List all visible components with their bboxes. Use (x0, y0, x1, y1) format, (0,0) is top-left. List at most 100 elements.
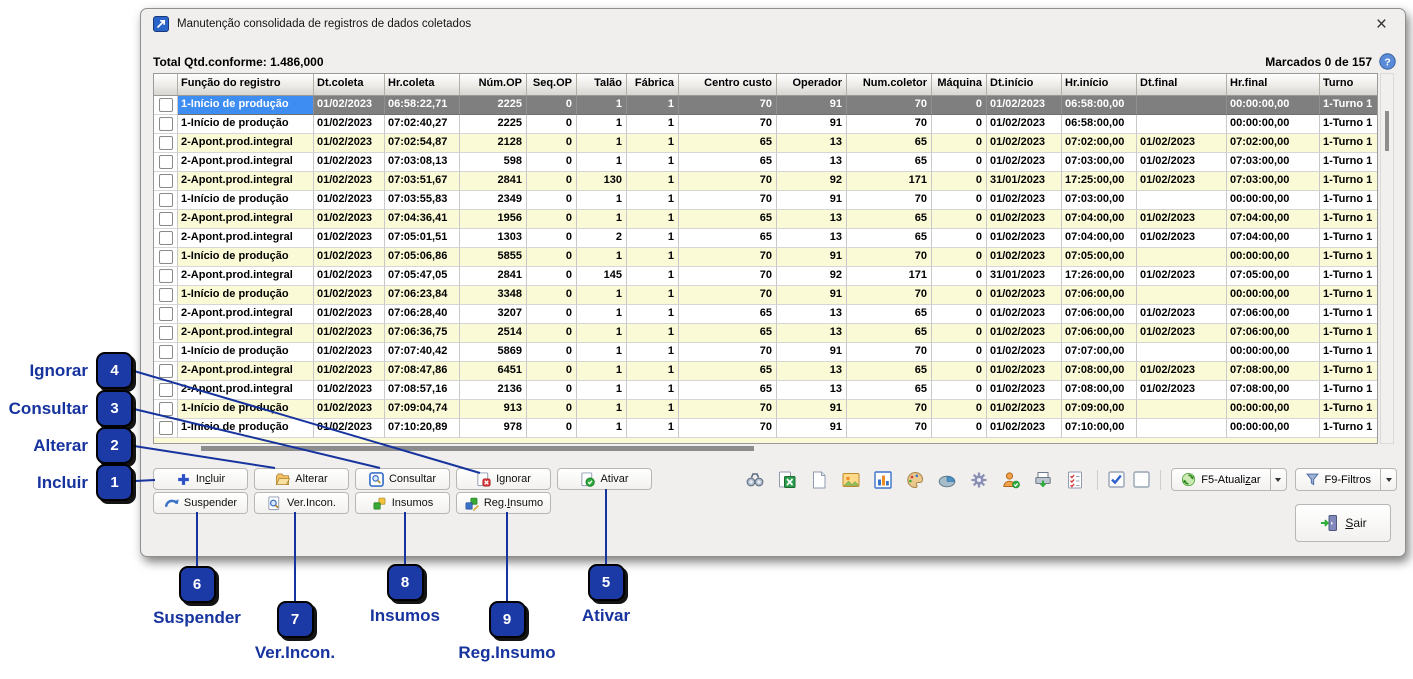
cell-dt-final[interactable] (1137, 419, 1227, 438)
cell-operador[interactable]: 13 (777, 362, 847, 381)
cell-centro-custo[interactable]: 65 (679, 153, 777, 172)
row-checkbox[interactable] (159, 98, 173, 112)
cell-f-brica[interactable]: 1 (627, 115, 679, 134)
ativar-button[interactable]: Ativar (557, 468, 652, 490)
table-row[interactable]: 2-Apont.prod.integral01/02/202307:06:36,… (154, 324, 1377, 343)
cell-n-m-op[interactable]: 2514 (460, 324, 527, 343)
cell-f-brica[interactable]: 1 (627, 248, 679, 267)
cell-dt-coleta[interactable]: 01/02/2023 (314, 267, 385, 286)
cell-n-m-op[interactable]: 598 (460, 153, 527, 172)
cell-hr-final[interactable]: 00:00:00,00 (1227, 191, 1320, 210)
row-checkbox[interactable] (159, 421, 173, 435)
column-header-f-brica[interactable]: Fábrica (627, 74, 679, 95)
cell-operador[interactable]: 13 (777, 324, 847, 343)
cell-f-brica[interactable]: 1 (627, 324, 679, 343)
cell-m-quina[interactable]: 0 (932, 419, 987, 438)
cell-f-brica[interactable]: 1 (627, 362, 679, 381)
cell-hr-final[interactable]: 07:03:00,00 (1227, 172, 1320, 191)
cell-f-brica[interactable]: 1 (627, 153, 679, 172)
column-header-seq-op[interactable]: Seq.OP (527, 74, 577, 95)
cell-num-coletor[interactable]: 70 (847, 419, 932, 438)
column-header-select[interactable] (154, 74, 178, 95)
cell-turno[interactable]: 1-Turno 1 (1320, 286, 1378, 305)
user-check-toolbar-button[interactable] (999, 469, 1023, 491)
cell-num-coletor[interactable]: 70 (847, 343, 932, 362)
cell-n-m-op[interactable]: 2136 (460, 381, 527, 400)
cell-dt-in-cio[interactable]: 01/02/2023 (987, 96, 1062, 115)
cell-operador[interactable]: 91 (777, 400, 847, 419)
cell-dt-final[interactable]: 01/02/2023 (1137, 381, 1227, 400)
cell-hr-in-cio[interactable]: 17:25:00,00 (1062, 172, 1137, 191)
cell-fun-o-do-registro[interactable]: 2-Apont.prod.integral (178, 210, 314, 229)
cell-hr-final[interactable]: 00:00:00,00 (1227, 96, 1320, 115)
cell-m-quina[interactable]: 0 (932, 96, 987, 115)
cell-hr-final[interactable]: 07:05:00,00 (1227, 267, 1320, 286)
cell-hr-final[interactable]: 07:03:00,00 (1227, 153, 1320, 172)
cell-m-quina[interactable]: 0 (932, 229, 987, 248)
printer-export-toolbar-button[interactable] (1031, 469, 1055, 491)
cell-hr-coleta[interactable]: 07:03:55,83 (385, 191, 460, 210)
cell-m-quina[interactable]: 0 (932, 134, 987, 153)
row-checkbox[interactable] (159, 117, 173, 131)
cell-tal-o[interactable]: 1 (577, 115, 627, 134)
cell-operador[interactable]: 13 (777, 153, 847, 172)
cell-hr-coleta[interactable]: 07:10:20,89 (385, 419, 460, 438)
cell-hr-in-cio[interactable]: 07:05:00,00 (1062, 248, 1137, 267)
table-row[interactable]: 2-Apont.prod.integral01/02/202307:02:54,… (154, 134, 1377, 153)
cell-hr-coleta[interactable]: 07:03:51,67 (385, 172, 460, 191)
cell-dt-in-cio[interactable]: 01/02/2023 (987, 210, 1062, 229)
cell-fun-o-do-registro[interactable]: 1-Início de produção (178, 286, 314, 305)
gear-toolbar-button[interactable] (967, 469, 991, 491)
cell-hr-in-cio[interactable]: 07:06:00,00 (1062, 324, 1137, 343)
cell-n-m-op[interactable]: 5855 (460, 248, 527, 267)
cell-seq-op[interactable]: 0 (527, 305, 577, 324)
cell-turno[interactable]: 1-Turno 1 (1320, 153, 1378, 172)
table-row[interactable]: 2-Apont.prod.integral01/02/202307:04:36,… (154, 210, 1377, 229)
cell-hr-final[interactable]: 07:08:00,00 (1227, 362, 1320, 381)
cell-n-m-op[interactable]: 2349 (460, 191, 527, 210)
cell-tal-o[interactable]: 1 (577, 191, 627, 210)
cell-seq-op[interactable]: 0 (527, 381, 577, 400)
checklist-toolbar-button[interactable] (1063, 469, 1087, 491)
cell-centro-custo[interactable]: 70 (679, 115, 777, 134)
cell-dt-final[interactable]: 01/02/2023 (1137, 305, 1227, 324)
cell-hr-in-cio[interactable]: 07:06:00,00 (1062, 286, 1137, 305)
column-header-tal-o[interactable]: Talão (577, 74, 627, 95)
cell-n-m-op[interactable]: 2128 (460, 134, 527, 153)
cell-turno[interactable]: 1-Turno 1 (1320, 96, 1378, 115)
help-icon[interactable]: ? (1379, 53, 1396, 70)
cell-f-brica[interactable]: 1 (627, 305, 679, 324)
vertical-scrollbar-thumb[interactable] (1385, 111, 1389, 151)
column-header-operador[interactable]: Operador (777, 74, 847, 95)
cell-f-brica[interactable]: 1 (627, 96, 679, 115)
cell-f-brica[interactable]: 1 (627, 343, 679, 362)
cell-n-m-op[interactable]: 3207 (460, 305, 527, 324)
table-row[interactable]: 1-Início de produção01/02/202307:09:04,7… (154, 400, 1377, 419)
cell-f-brica[interactable]: 1 (627, 229, 679, 248)
bar-chart-toolbar-button[interactable] (871, 469, 895, 491)
cell-fun-o-do-registro[interactable]: 1-Início de produção (178, 115, 314, 134)
cell-fun-o-do-registro[interactable]: 2-Apont.prod.integral (178, 134, 314, 153)
suspender-button[interactable]: Suspender (153, 492, 248, 514)
cell-tal-o[interactable]: 2 (577, 229, 627, 248)
cell-tal-o[interactable]: 1 (577, 134, 627, 153)
cell-dt-coleta[interactable]: 01/02/2023 (314, 419, 385, 438)
cell-m-quina[interactable]: 0 (932, 362, 987, 381)
cell-turno[interactable]: 1-Turno 1 (1320, 381, 1378, 400)
table-row[interactable]: 1-Início de produção01/02/202307:10:20,8… (154, 419, 1377, 438)
ver-incon-button[interactable]: Ver.Incon. (254, 492, 349, 514)
cell-seq-op[interactable]: 0 (527, 115, 577, 134)
cell-dt-in-cio[interactable]: 31/01/2023 (987, 267, 1062, 286)
table-row[interactable]: 2-Apont.prod.integral01/02/202307:06:28,… (154, 305, 1377, 324)
cell-dt-coleta[interactable]: 01/02/2023 (314, 362, 385, 381)
cell-tal-o[interactable]: 1 (577, 210, 627, 229)
cell-num-coletor[interactable]: 70 (847, 400, 932, 419)
cell-dt-in-cio[interactable]: 01/02/2023 (987, 324, 1062, 343)
cell-dt-in-cio[interactable]: 31/01/2023 (987, 172, 1062, 191)
cell-fun-o-do-registro[interactable]: 1-Início de produção (178, 400, 314, 419)
column-header-turno[interactable]: Turno (1320, 74, 1378, 95)
cell-tal-o[interactable]: 1 (577, 419, 627, 438)
cell-seq-op[interactable]: 0 (527, 96, 577, 115)
binoculars-toolbar-button[interactable] (743, 469, 767, 491)
cell-hr-final[interactable]: 00:00:00,00 (1227, 115, 1320, 134)
